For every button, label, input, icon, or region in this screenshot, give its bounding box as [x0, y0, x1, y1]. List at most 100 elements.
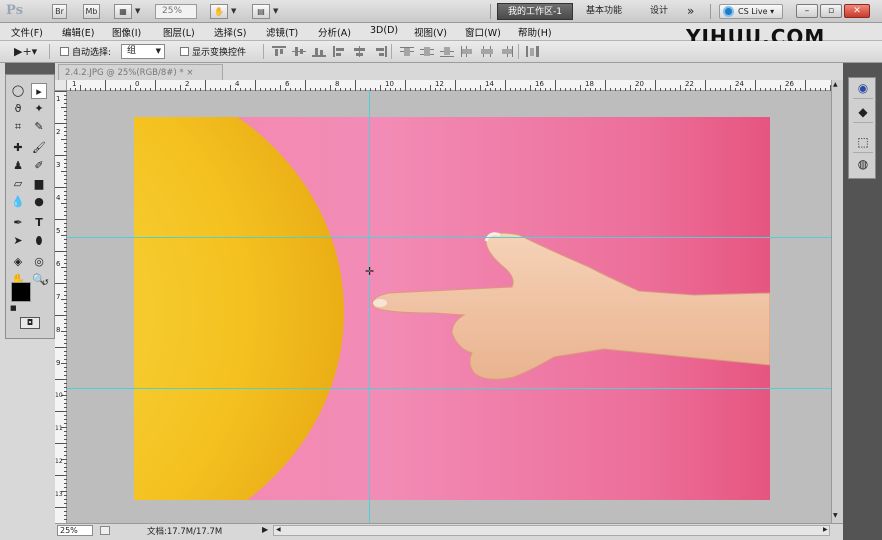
layers-icon[interactable]: ◆ [853, 105, 873, 123]
chevron-down-icon[interactable]: ▼ [273, 7, 278, 15]
horizontal-ruler[interactable]: 1 0 2 4 6 8 10 12 14 16 18 20 22 24 26 [55, 80, 834, 91]
close-button[interactable]: ✕ [844, 4, 870, 18]
marquee-tool-icon[interactable]: ◯ [10, 83, 26, 99]
clone-stamp-tool-icon[interactable]: ♟ [10, 158, 26, 174]
quick-mask-icon[interactable]: ◘ [20, 317, 40, 329]
status-menu-icon[interactable]: ▶ [262, 525, 272, 536]
default-colors-icon[interactable]: ■ [10, 304, 17, 312]
guide-horizontal[interactable] [67, 388, 831, 389]
guide-vertical[interactable] [369, 91, 370, 523]
3d-orbit-tool-icon[interactable]: ◎ [31, 254, 47, 270]
distribute-bottom-icon[interactable] [440, 46, 454, 57]
move-tool-preset-icon[interactable]: ▶+▾ [14, 44, 42, 59]
menu-window[interactable]: 窗口(W) [465, 25, 501, 39]
path-select-tool-icon[interactable]: ➤ [10, 233, 26, 249]
dodge-tool-icon[interactable]: ● [31, 194, 47, 210]
menu-edit[interactable]: 编辑(E) [62, 25, 94, 39]
distribute-right-icon[interactable] [500, 46, 514, 57]
minimize-button[interactable]: – [796, 4, 818, 18]
vertical-ruler[interactable]: 1 2 3 4 5 6 7 8 9 10 11 12 13 [55, 91, 67, 523]
align-bottom-icon[interactable] [312, 46, 326, 57]
lasso-tool-icon[interactable]: ϑ [10, 101, 26, 117]
swap-colors-icon[interactable]: ↺ [42, 278, 49, 287]
guide-horizontal[interactable] [67, 237, 831, 238]
menu-help[interactable]: 帮助(H) [518, 25, 552, 39]
move-tool-icon[interactable]: ▸ [31, 83, 47, 99]
scroll-down-icon[interactable]: ▼ [833, 512, 838, 519]
distribute-left-icon[interactable] [460, 46, 474, 57]
menu-file[interactable]: 文件(F) [11, 25, 43, 39]
restore-button[interactable]: ▫ [820, 4, 842, 18]
menu-filter[interactable]: 滤镜(T) [266, 25, 298, 39]
cs-live-button[interactable]: CS Live ▾ [719, 4, 783, 19]
chevron-down-icon[interactable]: ▼ [135, 7, 140, 15]
horizontal-scrollbar[interactable] [273, 525, 830, 536]
vertical-scrollbar[interactable]: ▲ ▼ [831, 80, 843, 523]
foreground-color-swatch[interactable] [11, 282, 31, 302]
ruler-label: 20 [635, 80, 644, 88]
menu-3d[interactable]: 3D(D) [370, 25, 398, 36]
close-document-icon[interactable]: × [186, 68, 193, 78]
history-brush-tool-icon[interactable]: ✐ [31, 158, 47, 174]
navigator-icon[interactable]: ◉ [853, 81, 873, 99]
document-image[interactable] [134, 117, 770, 500]
ruler-label: 14 [485, 80, 494, 88]
menu-layer[interactable]: 图层(L) [163, 25, 195, 39]
align-left-icon[interactable] [333, 46, 347, 57]
transform-icon[interactable]: ⬚ [853, 135, 873, 153]
scroll-right-icon[interactable]: ▶ [823, 526, 828, 533]
gradient-tool-icon[interactable]: ▆ [31, 176, 47, 192]
auto-select-dropdown[interactable]: 组 ▼ [121, 44, 165, 59]
3d-icon[interactable]: ◍ [853, 157, 873, 175]
status-zoom-field[interactable]: 25% [57, 525, 93, 536]
distribute-vcenter-icon[interactable] [420, 46, 434, 57]
divider [49, 44, 50, 59]
show-transform-checkbox[interactable] [180, 47, 189, 56]
ruler-origin[interactable] [55, 80, 67, 91]
workspace-active[interactable]: 我的工作区-1 [497, 3, 573, 20]
healing-brush-tool-icon[interactable]: ✚ [10, 140, 26, 156]
type-tool-icon[interactable]: T [31, 215, 47, 231]
bridge-button[interactable]: Br [52, 4, 67, 19]
menu-select[interactable]: 选择(S) [214, 25, 246, 39]
ruler-label: 26 [785, 80, 794, 88]
distribute-top-icon[interactable] [400, 46, 414, 57]
arrange-documents-button[interactable]: ▤ [252, 4, 270, 19]
auto-align-layers-icon[interactable] [526, 46, 540, 57]
align-top-icon[interactable] [272, 46, 286, 57]
align-right-icon[interactable] [373, 46, 387, 57]
align-vcenter-icon[interactable] [292, 46, 306, 57]
ruler-label: 13 [55, 491, 63, 498]
blur-tool-icon[interactable]: 💧 [10, 194, 26, 210]
brush-tool-icon[interactable]: 🖌 [31, 140, 47, 156]
scroll-left-icon[interactable]: ◀ [276, 526, 281, 533]
crop-tool-icon[interactable]: ⌗ [10, 119, 26, 135]
shape-tool-icon[interactable]: ⬮ [31, 233, 47, 249]
pen-tool-icon[interactable]: ✒ [10, 215, 26, 231]
pointing-hand [372, 232, 770, 380]
document-tab[interactable]: 2.4.2.JPG @ 25%(RGB/8#) * × [58, 64, 223, 81]
scroll-up-icon[interactable]: ▲ [833, 81, 838, 88]
eraser-tool-icon[interactable]: ▱ [10, 176, 26, 192]
eyedropper-tool-icon[interactable]: ✎ [31, 119, 47, 135]
quick-select-tool-icon[interactable]: ✦ [31, 101, 47, 117]
ruler-label: 4 [56, 194, 61, 202]
status-info-icon[interactable] [100, 526, 110, 535]
chevron-down-icon[interactable]: ▼ [231, 7, 236, 15]
3d-rotate-tool-icon[interactable]: ◈ [10, 254, 26, 270]
workspace-basic[interactable]: 基本功能 [586, 3, 622, 20]
view-extras-button[interactable]: ▦ [114, 4, 132, 19]
align-hcenter-icon[interactable] [353, 46, 367, 57]
auto-select-checkbox[interactable] [60, 47, 69, 56]
distribute-hcenter-icon[interactable] [480, 46, 494, 57]
workspace-design[interactable]: 设计 [650, 3, 668, 20]
hand-tool-button[interactable]: ✋ [210, 4, 228, 19]
zoom-level-select[interactable]: 25% [155, 4, 197, 19]
menu-view[interactable]: 视图(V) [414, 25, 447, 39]
menu-analysis[interactable]: 分析(A) [318, 25, 351, 39]
mini-bridge-button[interactable]: Mb [83, 4, 100, 19]
more-workspaces-button[interactable]: » [687, 3, 694, 20]
ruler-label: 2 [185, 80, 190, 88]
tools-panel-header[interactable] [5, 63, 55, 74]
menu-image[interactable]: 图像(I) [112, 25, 141, 39]
